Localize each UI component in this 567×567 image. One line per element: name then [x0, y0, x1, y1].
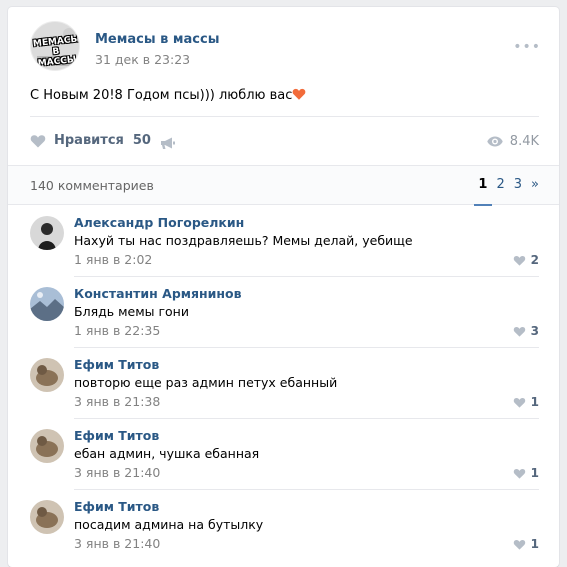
- comment-text: ебан админ, чушка ебанная: [74, 446, 260, 461]
- page-3-link[interactable]: 3: [514, 177, 522, 192]
- comment-date[interactable]: 1 янв в 22:35: [74, 323, 160, 338]
- comment-like-count: 1: [530, 395, 539, 409]
- commenter-avatar[interactable]: [30, 216, 64, 250]
- comment-item: Ефим Титов посадим админа на бутылку 3 я…: [30, 490, 539, 561]
- commenter-avatar[interactable]: [30, 358, 64, 392]
- comments-count: 140 комментариев: [30, 178, 154, 193]
- heart-icon: [513, 255, 525, 266]
- comment-item: Ефим Титов ебан админ, чушка ебанная 3 я…: [30, 419, 539, 490]
- views-counter: 8.4K: [487, 134, 539, 149]
- commenter-avatar[interactable]: [30, 287, 64, 321]
- orange-heart-emoji-icon: [293, 88, 306, 100]
- post-actions: Нравится 50 8.4K: [30, 129, 539, 155]
- comment-item: Ефим Титов повторю еще раз админ петух е…: [30, 348, 539, 419]
- comment-author[interactable]: Александр Погорелкин: [74, 215, 244, 230]
- next-page-link[interactable]: »: [531, 177, 539, 192]
- like-button[interactable]: Нравится 50: [30, 133, 151, 148]
- heart-icon: [513, 397, 525, 408]
- post-divider: [30, 116, 539, 117]
- commenter-avatar[interactable]: [30, 429, 64, 463]
- comment-text: посадим админа на бутылку: [74, 517, 264, 532]
- page-1-link[interactable]: 1: [474, 177, 493, 206]
- comment-like-button[interactable]: 1: [513, 395, 539, 409]
- heart-icon: [513, 539, 525, 550]
- comment-author[interactable]: Ефим Титов: [74, 357, 159, 372]
- comment-like-button[interactable]: 1: [513, 537, 539, 551]
- comment-text: повторю еще раз админ петух ебанный: [74, 375, 338, 390]
- comment-like-button[interactable]: 2: [513, 253, 539, 267]
- comment-like-count: 1: [530, 466, 539, 480]
- post-header: МЕМАСЫ В МАССЫ Мемасы в массы 31 дек в 2…: [30, 21, 543, 79]
- comment-item: Константин Армянинов Блядь мемы гони 1 я…: [30, 277, 539, 348]
- heart-icon: [30, 134, 46, 147]
- group-name-link[interactable]: Мемасы в массы: [95, 32, 219, 47]
- comment-like-count: 3: [530, 324, 539, 338]
- page-2-link[interactable]: 2: [496, 177, 504, 192]
- like-label: Нравится: [54, 133, 124, 148]
- comment-date[interactable]: 3 янв в 21:40: [74, 465, 160, 480]
- comment-date[interactable]: 3 янв в 21:40: [74, 536, 160, 551]
- post-card: МЕМАСЫ В МАССЫ Мемасы в массы 31 дек в 2…: [8, 7, 559, 567]
- heart-icon: [513, 468, 525, 479]
- like-count: 50: [132, 133, 151, 148]
- comment-like-count: 2: [530, 253, 539, 267]
- comment-author[interactable]: Ефим Титов: [74, 499, 159, 514]
- commenter-avatar[interactable]: [30, 500, 64, 534]
- views-count: 8.4K: [509, 134, 539, 149]
- post-date[interactable]: 31 дек в 23:23: [95, 52, 190, 67]
- comment-text: Нахуй ты нас поздравляешь? Мемы делай, у…: [74, 233, 413, 248]
- share-megaphone-icon[interactable]: [160, 135, 176, 154]
- heart-icon: [513, 326, 525, 337]
- comment-text: Блядь мемы гони: [74, 304, 189, 319]
- comment-date[interactable]: 3 янв в 21:38: [74, 394, 160, 409]
- comment-author[interactable]: Константин Армянинов: [74, 286, 242, 301]
- post-text: С Новым 20!8 Годом псы))) люблю вас: [30, 87, 306, 103]
- comments-pagination: 1 2 3 »: [469, 177, 539, 206]
- comments-header: 140 комментариев 1 2 3 »: [8, 165, 559, 206]
- eye-icon: [487, 136, 503, 147]
- group-avatar[interactable]: МЕМАСЫ В МАССЫ: [30, 21, 80, 71]
- comment-like-count: 1: [530, 537, 539, 551]
- comment-date[interactable]: 1 янв в 2:02: [74, 252, 152, 267]
- comment-author[interactable]: Ефим Титов: [74, 428, 159, 443]
- comment-item: Александр Погорелкин Нахуй ты нас поздра…: [30, 206, 539, 277]
- comment-like-button[interactable]: 3: [513, 324, 539, 338]
- comment-like-button[interactable]: 1: [513, 466, 539, 480]
- more-options-icon[interactable]: •••: [513, 39, 541, 55]
- post-text-content: С Новым 20!8 Годом псы))) люблю вас: [30, 88, 293, 103]
- group-avatar-logo: МЕМАСЫ В МАССЫ: [32, 34, 80, 69]
